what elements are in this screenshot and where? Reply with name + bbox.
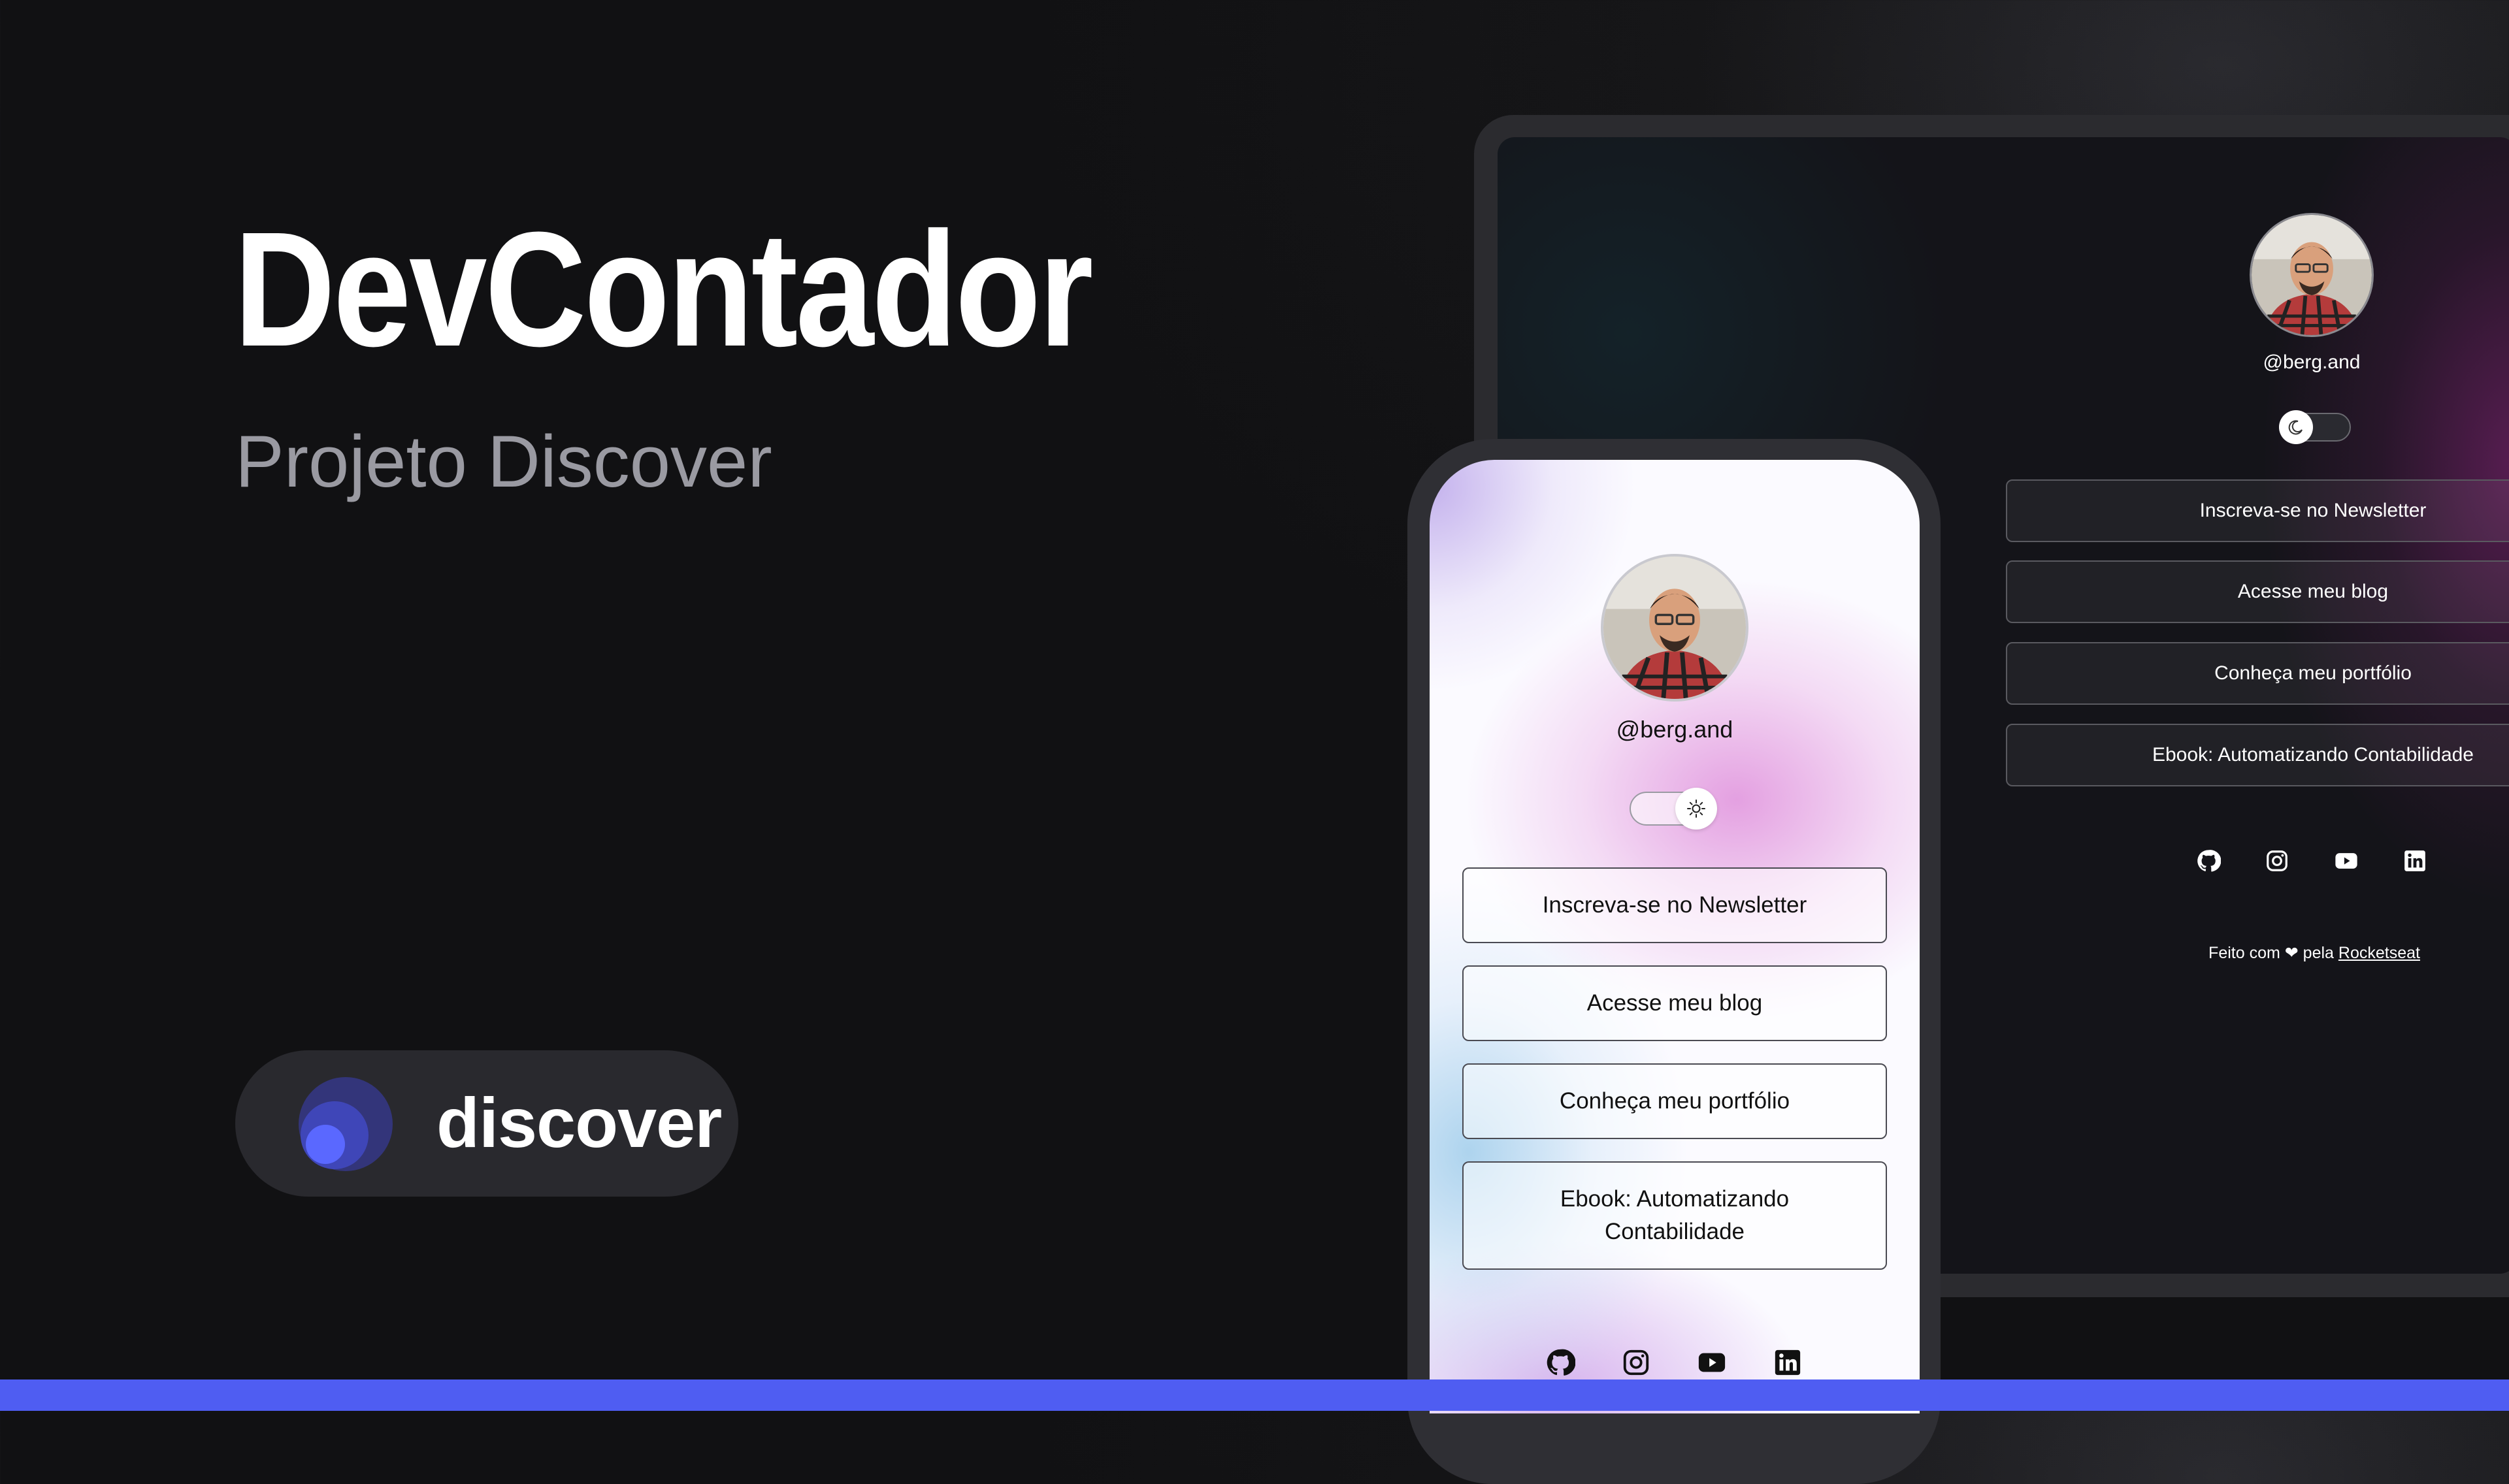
newsletter-link-button[interactable]: Inscreva-se no Newsletter — [1462, 867, 1887, 943]
blog-link-button[interactable]: Acesse meu blog — [1462, 965, 1887, 1041]
theme-toggle[interactable] — [2279, 410, 2351, 444]
rocketseat-link[interactable]: Rocketseat — [2338, 944, 2420, 962]
ebook-link-button[interactable]: Ebook: Automatizando Contabilidade — [2006, 724, 2509, 786]
social-links — [1543, 1346, 1805, 1382]
instagram-icon[interactable] — [2263, 847, 2291, 875]
github-icon[interactable] — [1543, 1346, 1577, 1379]
blog-link-button[interactable]: Acesse meu blog — [2006, 560, 2509, 623]
linkedin-icon[interactable] — [1771, 1346, 1805, 1379]
sun-icon — [1675, 788, 1717, 830]
youtube-icon[interactable] — [2332, 847, 2361, 875]
heart-icon: ❤ — [2284, 944, 2299, 962]
moon-icon — [2279, 410, 2313, 444]
newsletter-link-button[interactable]: Inscreva-se no Newsletter — [2006, 479, 2509, 542]
avatar — [2250, 213, 2374, 337]
theme-toggle[interactable] — [1630, 788, 1717, 830]
avatar — [1601, 554, 1748, 702]
social-links — [2194, 847, 2429, 879]
page-subtitle: Projeto Discover — [235, 421, 772, 502]
portfolio-link-button[interactable]: Conheça meu portfólio — [2006, 642, 2509, 705]
portfolio-link-button[interactable]: Conheça meu portfólio — [1462, 1063, 1887, 1139]
github-icon[interactable] — [2194, 847, 2223, 875]
instagram-icon[interactable] — [1619, 1346, 1653, 1379]
footer-prefix: Feito com — [2208, 944, 2280, 962]
footer-credit: Feito com ❤ pela Rocketseat — [2177, 943, 2452, 963]
youtube-icon[interactable] — [1695, 1346, 1729, 1379]
profile-handle: @berg.and — [1616, 716, 1733, 743]
discover-logo-icon — [299, 1077, 393, 1171]
discover-badge: discover — [235, 1050, 738, 1197]
page-title: DevContador — [234, 198, 1093, 380]
linkedin-icon[interactable] — [2401, 847, 2429, 875]
phone-screen: @berg.and Inscreva-se no Newsletter Aces… — [1430, 460, 1920, 1413]
footer-middle: pela — [2303, 944, 2334, 962]
profile-handle: @berg.and — [2263, 351, 2361, 373]
badge-label: discover — [436, 1083, 722, 1162]
accent-bar — [0, 1379, 2509, 1411]
ebook-link-button[interactable]: Ebook: Automatizando Contabilidade — [1462, 1161, 1887, 1270]
